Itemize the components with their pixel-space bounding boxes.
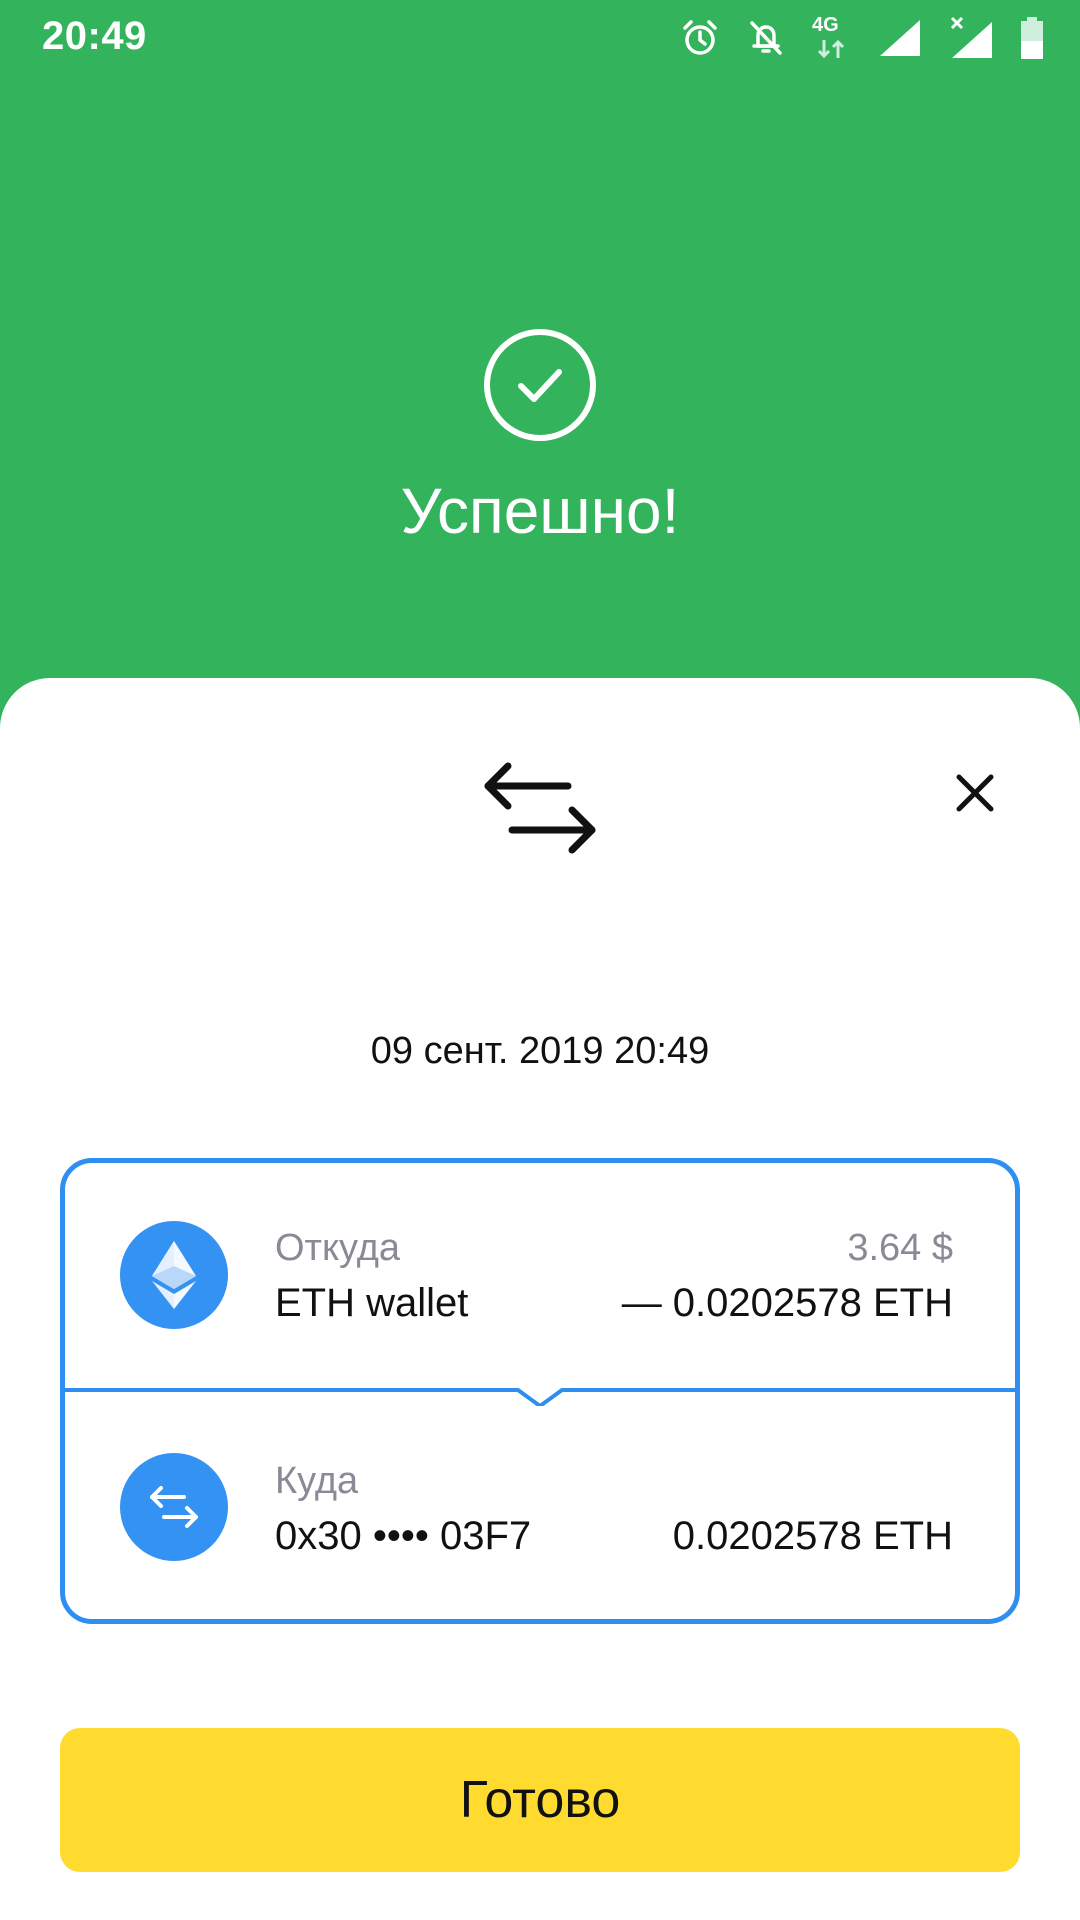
to-label: Куда [275, 1460, 359, 1502]
transfer-arrows-icon [150, 1486, 198, 1528]
network-label: 4G [812, 14, 839, 36]
close-button[interactable] [940, 758, 1010, 828]
transaction-date: 09 сент. 2019 20:49 [370, 1030, 710, 1072]
close-icon [956, 774, 994, 812]
check-circle-icon [484, 329, 596, 441]
to-row: Куда 0x30 •••• 03F7 0.0202578 ETH [65, 1398, 1015, 1618]
to-address: 0x30 •••• 03F7 [275, 1514, 532, 1558]
status-bar: 20:49 4G [0, 0, 1080, 76]
status-icons: 4G [680, 14, 1044, 62]
from-wallet-name: ETH wallet [275, 1281, 469, 1325]
network-4g-icon: 4G [812, 14, 852, 62]
success-area: Успешно! [0, 76, 1080, 676]
status-time: 20:49 [42, 14, 147, 58]
from-row: Откуда ETH wallet 3.64 $ — 0.0202578 ETH [65, 1163, 1015, 1383]
signal-no-data-icon [950, 16, 992, 58]
from-crypto-amount: — 0.0202578 ETH [621, 1281, 953, 1325]
to-crypto-amount: 0.0202578 ETH [672, 1514, 953, 1558]
transfer-details-card: Откуда ETH wallet 3.64 $ — 0.0202578 ETH… [60, 1158, 1020, 1624]
transfer-arrows-icon [484, 762, 596, 854]
bell-off-icon [750, 21, 782, 55]
done-button[interactable]: Готово [60, 1728, 1020, 1872]
success-title: Успешно! [400, 475, 680, 547]
ethereum-icon [152, 1241, 196, 1309]
from-avatar [120, 1221, 228, 1329]
signal-icon [880, 20, 920, 56]
alarm-icon [683, 20, 717, 55]
battery-icon [1021, 17, 1043, 59]
from-fiat-amount: 3.64 $ [847, 1227, 953, 1269]
from-label: Откуда [275, 1227, 401, 1269]
transaction-sheet: 09 сент. 2019 20:49 Откуда ETH wallet 3.… [0, 678, 1080, 1920]
to-avatar [120, 1453, 228, 1561]
